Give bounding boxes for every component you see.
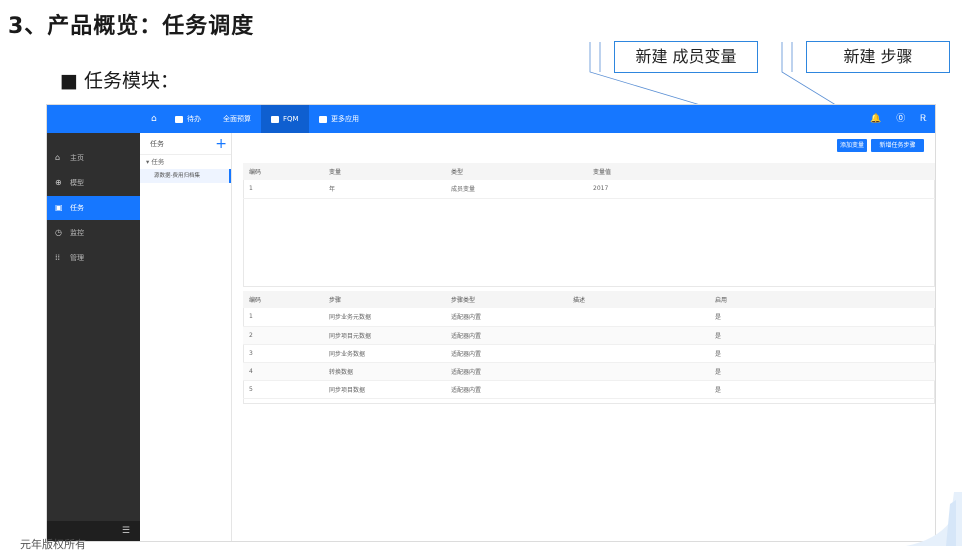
column-header: 步骤	[323, 291, 445, 308]
slide-title: 3、产品概览：任务调度	[8, 14, 255, 39]
table-cell: 是	[709, 344, 935, 363]
steps-table: 编码 步骤 步骤类型 描述 启用 1 同步业务元数据 适配器内置 是 2 同步项…	[243, 291, 935, 399]
column-header: 变量	[323, 163, 445, 180]
table-cell: 适配器内置	[445, 362, 567, 381]
clock-icon: ◷	[55, 228, 62, 237]
table-cell: 同步业务元数据	[323, 308, 445, 327]
table-cell: 同步项目数据	[323, 380, 445, 399]
table-cell: 适配器内置	[445, 308, 567, 327]
sidebar-item-label: 模型	[70, 179, 84, 187]
apps-grid-icon	[319, 115, 327, 123]
add-task-step-button[interactable]: 新增任务步骤	[871, 139, 924, 152]
table-cell: 适配器内置	[445, 344, 567, 363]
table-cell: 2017	[587, 180, 935, 199]
table-cell: 是	[709, 380, 935, 399]
help-icon[interactable]: ⓪	[896, 114, 905, 124]
column-header: 启用	[709, 291, 935, 308]
table-cell: 是	[709, 308, 935, 327]
nav-todo[interactable]: 待办	[175, 105, 201, 133]
table-cell: 3	[243, 344, 323, 363]
variables-table: 编码 变量 类型 变量值 1 年 成员变量 2017	[243, 163, 935, 199]
sidebar-item-task[interactable]: ▣ 任务	[47, 196, 140, 220]
callout-new-member-variable: 新建 成员变量	[614, 41, 758, 73]
table-cell: 是	[709, 326, 935, 345]
table-cell	[567, 344, 709, 363]
fqm-icon	[271, 115, 279, 123]
table-cell: 是	[709, 362, 935, 381]
main-content: 添加变量 新增任务步骤 编码 变量 类型 变量值 1 年 成员变量 2017 编…	[233, 133, 935, 541]
table-cell: 1	[243, 180, 323, 199]
table-row[interactable]: 1 年 成员变量 2017	[243, 180, 935, 199]
callout-new-step: 新建 步骤	[806, 41, 950, 73]
table-cell	[567, 380, 709, 399]
add-task-button[interactable]: +	[215, 133, 227, 155]
tree-header-label: 任务	[150, 140, 164, 148]
todo-icon	[175, 115, 183, 123]
column-header: 步骤类型	[445, 291, 567, 308]
task-icon: ▣	[55, 203, 63, 212]
table-row[interactable]: 4 转换数据 适配器内置 是	[243, 362, 935, 381]
column-header: 描述	[567, 291, 709, 308]
column-header: 编码	[243, 291, 323, 308]
sidebar-item-monitor[interactable]: ◷ 监控	[47, 221, 140, 245]
table-cell: 2	[243, 326, 323, 345]
table-header-row: 编码 变量 类型 变量值	[243, 163, 935, 180]
table-cell	[567, 308, 709, 327]
table-cell	[567, 362, 709, 381]
footer-copyright: 元年版权所有	[20, 538, 86, 551]
table-cell: 适配器内置	[445, 380, 567, 399]
nav-fqm[interactable]: FQM	[261, 105, 309, 133]
table-cell: 年	[323, 180, 445, 199]
sliders-icon: ⁞⁞	[55, 253, 61, 262]
sidebar-item-manage[interactable]: ⁞⁞ 管理	[47, 246, 140, 270]
table-cell: 4	[243, 362, 323, 381]
topbar-right-icons: 🔔 ⓪ Ꭱ	[858, 105, 927, 133]
table-cell	[567, 326, 709, 345]
nav-fqm-label: FQM	[283, 115, 299, 123]
sidebar-item-label: 主页	[70, 154, 84, 162]
table-cell: 转换数据	[323, 362, 445, 381]
table-row[interactable]: 5 同步项目数据 适配器内置 是	[243, 380, 935, 399]
table-cell: 同步项目元数据	[323, 326, 445, 345]
table-cell: 成员变量	[445, 180, 587, 199]
table-header-row: 编码 步骤 步骤类型 描述 启用	[243, 291, 935, 308]
bell-icon[interactable]: 🔔	[870, 114, 881, 124]
table-cell: 同步业务数据	[323, 344, 445, 363]
table-row[interactable]: 1 同步业务元数据 适配器内置 是	[243, 308, 935, 327]
top-navbar: ⌂ 待办 全面预算 FQM 更多应用 🔔 ⓪ Ꭱ	[47, 105, 935, 133]
app-screenshot: ⌂ 待办 全面预算 FQM 更多应用 🔔 ⓪ Ꭱ ⌂ 主页 ⊕ 模型 ▣ 任务 ◷ 监控…	[46, 104, 936, 542]
sidebar-item-label: 管理	[70, 254, 84, 262]
sidebar-item-label: 任务	[70, 204, 84, 212]
add-variable-button[interactable]: 添加变量	[837, 139, 867, 152]
tree-leaf-task[interactable]: 源数据-费用归档集	[140, 169, 231, 183]
home-icon: ⌂	[55, 153, 61, 162]
table-row[interactable]: 3 同步业务数据 适配器内置 是	[243, 344, 935, 363]
sidebar-item-model[interactable]: ⊕ 模型	[47, 171, 140, 195]
tree-node-task[interactable]: ▾ 任务	[140, 155, 231, 169]
slide-subtitle: ■ 任务模块：	[60, 70, 179, 92]
column-header: 类型	[445, 163, 587, 180]
home-icon[interactable]: ⌂	[151, 105, 157, 133]
user-icon[interactable]: Ꭱ	[920, 114, 927, 124]
task-tree-panel: 任务 + ▾ 任务 源数据-费用归档集	[140, 133, 232, 541]
nav-more-apps[interactable]: 更多应用	[319, 105, 359, 133]
sidebar-item-label: 监控	[70, 229, 84, 237]
column-header: 编码	[243, 163, 323, 180]
nav-todo-label: 待办	[187, 115, 201, 123]
model-icon: ⊕	[55, 178, 62, 187]
side-navigation: ⌂ 主页 ⊕ 模型 ▣ 任务 ◷ 监控 ⁞⁞ 管理 ☰	[47, 133, 140, 541]
sidebar-item-home[interactable]: ⌂ 主页	[47, 146, 140, 170]
table-cell: 5	[243, 380, 323, 399]
table-cell: 1	[243, 308, 323, 327]
column-header: 变量值	[587, 163, 935, 180]
nav-more-apps-label: 更多应用	[331, 115, 359, 123]
table-cell: 适配器内置	[445, 326, 567, 345]
table-row[interactable]: 2 同步项目元数据 适配器内置 是	[243, 326, 935, 345]
nav-all-budget[interactable]: 全面预算	[223, 105, 251, 133]
corner-decoration	[906, 492, 962, 546]
tree-header: 任务 +	[140, 133, 231, 155]
